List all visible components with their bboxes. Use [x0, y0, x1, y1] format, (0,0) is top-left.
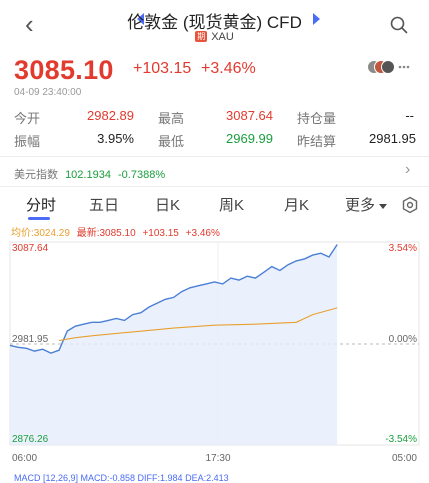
price-change: +103.15 [133, 60, 192, 77]
intraday-chart[interactable]: 3087.64 2981.95 2876.26 3.54% 0.00% -3.5… [0, 236, 429, 476]
stat-value-amplitude: 3.95% [97, 131, 134, 146]
stat-label: 昨结算 [297, 134, 337, 149]
next-symbol-arrow-icon[interactable] [313, 13, 320, 25]
stat-value-prev-settle: 2981.95 [369, 131, 416, 146]
tab-five-day[interactable]: 五日 [89, 194, 119, 215]
stat-label: 最高 [158, 111, 185, 126]
stats-row-1: 今开 2982.89 最高 3087.64 持仓量 -- [14, 108, 416, 128]
y-tick-left-mid: 2981.95 [12, 334, 49, 345]
tab-daily-k[interactable]: 日K [155, 194, 180, 215]
last-price: 3085.10 [14, 55, 114, 85]
search-icon[interactable] [390, 16, 408, 34]
stat-value-open-interest: -- [405, 108, 414, 123]
stat-label: 持仓量 [297, 111, 337, 126]
header: ‹ 伦敦金 (现货黄金) CFD 期 XAU [0, 0, 429, 52]
stat-value-high: 3087.64 [226, 108, 273, 123]
y-tick-left-top: 3087.64 [12, 243, 49, 254]
price-change-pct: +3.46% [201, 60, 256, 77]
usd-index-change: -0.7388% [118, 169, 166, 181]
stat-label: 今开 [14, 111, 41, 126]
usd-index-value: 102.1934 [65, 169, 111, 181]
stats-row-2: 振幅 3.95% 最低 2969.99 昨结算 2981.95 [14, 131, 416, 151]
chevron-down-icon [379, 204, 387, 209]
x-tick-end: 05:00 [392, 453, 417, 464]
settings-icon[interactable] [401, 196, 419, 214]
stat-label: 振幅 [14, 134, 41, 149]
divider [0, 156, 429, 157]
usd-index-label: 美元指数 [14, 169, 58, 181]
y-tick-right-mid: 0.00% [389, 334, 417, 345]
discussion-avatars-icon[interactable] [362, 59, 412, 75]
y-tick-right-top: 3.54% [389, 243, 417, 254]
indicator-text: MACD [12,26,9] MACD:-0.858 DIFF:1.984 DE… [14, 473, 229, 483]
y-tick-left-bottom: 2876.26 [12, 434, 49, 445]
stat-value-open: 2982.89 [87, 108, 134, 123]
market-tag: 期 [195, 31, 208, 42]
symbol-row: 期 XAU [0, 31, 429, 43]
divider [0, 186, 429, 187]
chevron-right-icon[interactable]: › [405, 161, 410, 179]
usd-index-bar[interactable]: 美元指数 102.1934 -0.7388% [14, 166, 165, 182]
y-tick-right-bottom: -3.54% [385, 434, 417, 445]
stat-value-low: 2969.99 [226, 131, 273, 146]
tab-weekly-k[interactable]: 周K [219, 194, 244, 215]
tab-more[interactable]: 更多 [345, 194, 375, 215]
price-area-fill [10, 244, 338, 445]
price-area [10, 244, 338, 445]
stock-detail-screen: ‹ 伦敦金 (现货黄金) CFD 期 XAU 3085.10 +103.15 +3… [0, 0, 429, 483]
tab-intraday[interactable]: 分时 [26, 194, 56, 215]
tab-monthly-k[interactable]: 月K [284, 194, 309, 215]
indicator-bar[interactable]: MACD [12,26,9] MACD:-0.858 DIFF:1.984 DE… [0, 473, 429, 483]
x-tick-mid: 17:30 [205, 453, 230, 464]
stat-label: 最低 [158, 134, 185, 149]
page-title: 伦敦金 (现货黄金) CFD [127, 13, 302, 32]
active-tab-indicator [28, 217, 50, 220]
period-tabs: 分时 五日 日K 周K 月K 更多 [0, 190, 429, 220]
symbol-code: XAU [211, 31, 234, 43]
x-tick-start: 06:00 [12, 453, 37, 464]
quote-timestamp: 04-09 23:40:00 [14, 87, 82, 98]
